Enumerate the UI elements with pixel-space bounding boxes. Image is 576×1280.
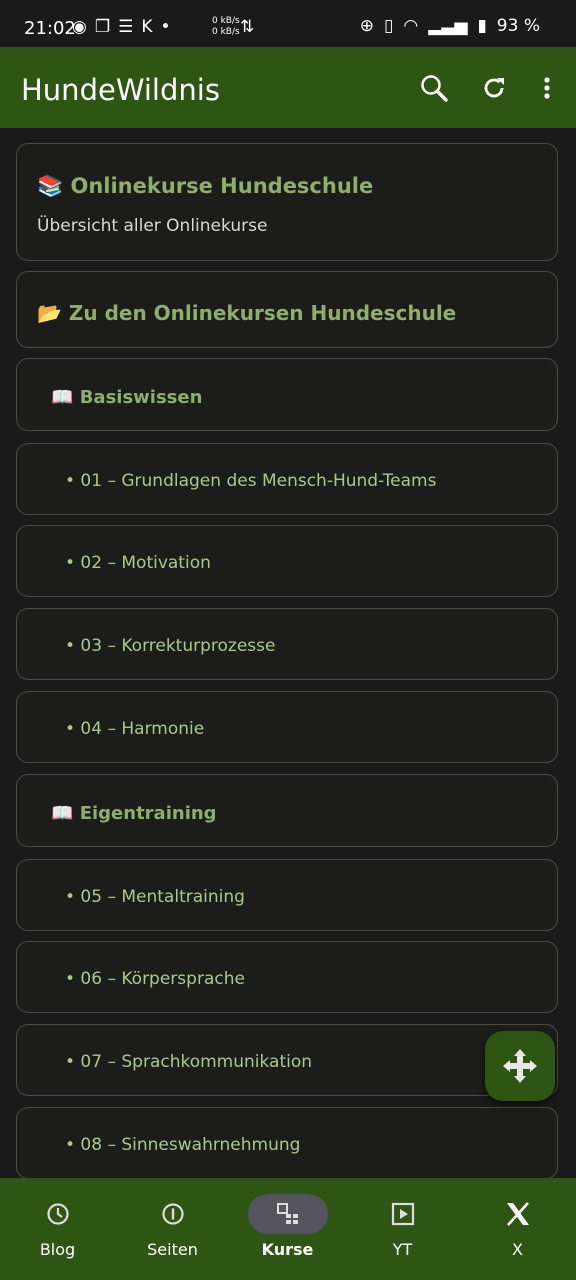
- list-item-label: • 02 – Motivation: [65, 553, 211, 573]
- add-circle-icon: ⊕: [359, 16, 374, 36]
- header-card[interactable]: 📚 Onlinekurse Hundeschule Übersicht alle…: [16, 143, 558, 261]
- section-title: 📖 Basiswissen: [51, 387, 202, 408]
- list-item-label: • 04 – Harmonie: [65, 719, 205, 739]
- folder-icon: 📂: [37, 301, 62, 325]
- link-card[interactable]: 📂 Zu den Onlinekursen Hundeschule: [16, 271, 558, 348]
- app-bar: HundeWildnis: [0, 47, 576, 128]
- list-item-label: • 06 – Körpersprache: [65, 969, 245, 989]
- nav-x-label: X: [512, 1240, 523, 1259]
- book-icon: 📖: [51, 803, 74, 824]
- nav-seiten[interactable]: Seiten: [115, 1178, 230, 1280]
- wifi-icon: ◠: [403, 16, 419, 36]
- nav-kurse-label: Kurse: [261, 1240, 314, 1259]
- move-fab-button[interactable]: [485, 1031, 555, 1101]
- dot-icon: •: [160, 17, 171, 37]
- section-eigentraining[interactable]: 📖 Eigentraining: [16, 774, 558, 847]
- header-subtitle: Übersicht aller Onlinekurse: [37, 216, 268, 236]
- list-item-label: • 03 – Korrekturprozesse: [65, 636, 276, 656]
- section-title-text: Basiswissen: [79, 387, 203, 408]
- play-box-icon: [363, 1194, 443, 1234]
- nav-kurse[interactable]: Kurse: [230, 1178, 345, 1280]
- list-item-label: • 08 – Sinneswahrnehmung: [65, 1135, 301, 1155]
- app-title: HundeWildnis: [21, 73, 220, 107]
- list-item[interactable]: • 07 – Sprachkommunikation: [16, 1024, 558, 1096]
- nav-yt[interactable]: YT: [345, 1178, 460, 1280]
- list-item[interactable]: • 04 – Harmonie: [16, 691, 558, 763]
- section-title: 📖 Eigentraining: [51, 803, 217, 824]
- course-list[interactable]: 📚 Onlinekurse Hundeschule Übersicht alle…: [0, 128, 576, 1178]
- list-item[interactable]: • 01 – Grundlagen des Mensch-Hund-Teams: [16, 443, 558, 515]
- list-item[interactable]: • 06 – Körpersprache: [16, 941, 558, 1013]
- link-title: 📂 Zu den Onlinekursen Hundeschule: [37, 301, 456, 325]
- list-item[interactable]: • 03 – Korrekturprozesse: [16, 608, 558, 680]
- notification-icons: ◉ ❐ ☰ K •: [72, 17, 171, 37]
- net-down: 0 kB/s: [212, 27, 240, 37]
- courses-icon: [247, 1194, 328, 1234]
- battery-level: 93 %: [496, 16, 540, 36]
- header-title: 📚 Onlinekurse Hundeschule: [37, 174, 373, 199]
- copy-icon: ❐: [94, 17, 111, 37]
- list-item-label: • 07 – Sprachkommunikation: [65, 1052, 313, 1072]
- list-item-label: • 01 – Grundlagen des Mensch-Hund-Teams: [65, 471, 437, 491]
- list-item[interactable]: • 05 – Mentaltraining: [16, 859, 558, 931]
- book-icon: 📖: [51, 387, 74, 408]
- list-item[interactable]: • 02 – Motivation: [16, 525, 558, 597]
- net-up: 0 kB/s: [212, 16, 240, 26]
- bottom-navigation: Blog Seiten Kurse YT X: [0, 1178, 576, 1280]
- books-icon: 📚: [37, 174, 64, 198]
- status-time: 21:02: [24, 18, 76, 39]
- nav-yt-label: YT: [392, 1240, 413, 1259]
- move-arrows-icon: [503, 1049, 537, 1083]
- text-icon: ☰: [118, 17, 134, 37]
- net-speed: 0 kB/s 0 kB/s: [212, 16, 240, 38]
- k-icon: K: [141, 17, 153, 37]
- sync-icon: ◉: [72, 17, 87, 37]
- clock-icon: [18, 1194, 98, 1234]
- nav-blog[interactable]: Blog: [0, 1178, 115, 1280]
- nav-blog-label: Blog: [39, 1240, 76, 1259]
- section-basiswissen[interactable]: 📖 Basiswissen: [16, 358, 558, 431]
- signal-icon: ▂▃▅: [428, 16, 468, 36]
- refresh-icon[interactable]: [477, 71, 511, 105]
- link-title-text: Zu den Onlinekursen Hundeschule: [68, 301, 457, 325]
- x-logo-icon: [478, 1194, 558, 1234]
- system-icons: ⊕ ▯ ◠ ▂▃▅ ▮ 93 %: [360, 16, 540, 36]
- data-arrows-icon: ⇅: [240, 17, 255, 37]
- nav-x[interactable]: X: [460, 1178, 575, 1280]
- search-icon[interactable]: [417, 71, 451, 105]
- vibrate-icon: ▯: [384, 16, 394, 36]
- battery-icon: ▮: [477, 16, 487, 36]
- section-title-text: Eigentraining: [79, 803, 217, 824]
- info-circle-icon: [133, 1194, 213, 1234]
- list-item[interactable]: • 08 – Sinneswahrnehmung: [16, 1107, 558, 1178]
- list-item-label: • 05 – Mentaltraining: [65, 887, 245, 907]
- more-vert-icon[interactable]: [530, 71, 564, 105]
- nav-seiten-label: Seiten: [147, 1240, 198, 1259]
- status-bar: 21:02 ◉ ❐ ☰ K • 0 kB/s 0 kB/s ⇅ ⊕ ▯ ◠ ▂▃…: [0, 0, 576, 47]
- header-title-text: Onlinekurse Hundeschule: [70, 174, 374, 198]
